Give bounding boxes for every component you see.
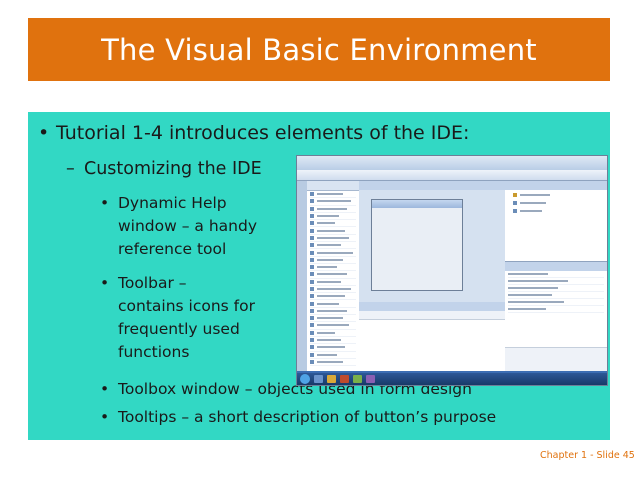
ide-toolbar — [297, 170, 607, 181]
bullet-level1: • Tutorial 1-4 introduces elements of the… — [38, 122, 469, 144]
ide-menubar — [297, 156, 607, 171]
bullet-dot-icon: • — [100, 194, 110, 212]
solution-explorer — [505, 181, 607, 261]
bullet-text: Toolbar – — [118, 274, 187, 292]
slide-title: The Visual Basic Environment — [101, 32, 537, 67]
taskbar-app-icon — [340, 375, 349, 383]
start-orb-icon — [300, 374, 310, 384]
dash-icon: – — [66, 159, 75, 179]
bullet-level1-text: Tutorial 1-4 introduces elements of the … — [56, 122, 470, 144]
bullet-level2: – Customizing the IDE — [66, 159, 262, 179]
bullet-dot-icon: • — [100, 274, 110, 292]
bullet-level3-item: • Dynamic Help window – a handy reference… — [100, 192, 257, 261]
bullet-dot-icon: • — [100, 380, 110, 398]
bullet-text: reference tool — [118, 240, 227, 258]
bullet-level2-text: Customizing the IDE — [84, 159, 262, 179]
bullet-level3-item: • Toolbar – contains icons for frequently… — [100, 272, 255, 364]
ide-screenshot — [296, 155, 608, 386]
taskbar-app-icon — [314, 375, 323, 383]
toolbox-window — [307, 181, 360, 371]
bullet-text: contains icons for — [118, 297, 255, 315]
bullet-text: Tooltips – a short description of button… — [118, 408, 497, 426]
error-list-window — [359, 302, 506, 371]
bullet-level3-item: • Tooltips – a short description of butto… — [100, 408, 496, 426]
windows-taskbar — [297, 373, 607, 385]
taskbar-app-icon — [366, 375, 375, 383]
bullet-text: frequently used — [118, 320, 240, 338]
form-window — [371, 199, 463, 291]
bullet-text: functions — [118, 343, 190, 361]
properties-window — [505, 261, 607, 372]
slide-number: Chapter 1 - Slide 45 — [540, 450, 635, 461]
taskbar-app-icon — [327, 375, 336, 383]
title-bar: The Visual Basic Environment — [28, 18, 610, 81]
bullet-text: window – a handy — [118, 217, 257, 235]
form-designer — [359, 181, 506, 302]
bullet-dot-icon: • — [38, 122, 50, 144]
bullet-text: Dynamic Help — [118, 194, 227, 212]
bullet-dot-icon: • — [100, 408, 110, 426]
taskbar-app-icon — [353, 375, 362, 383]
